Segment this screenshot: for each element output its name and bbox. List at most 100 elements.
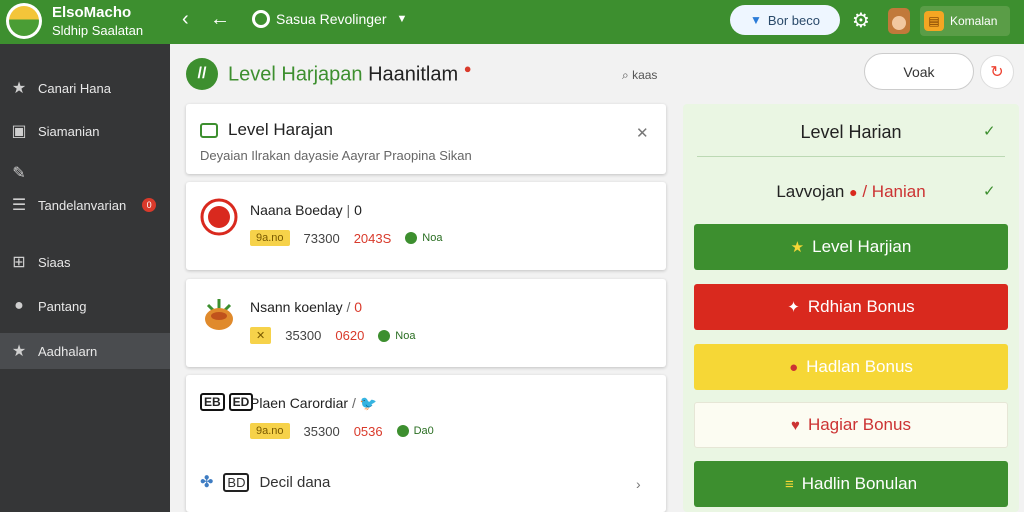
chevron-down-icon: ▼ [750, 13, 762, 27]
gear-icon[interactable]: ⚙ [852, 8, 870, 33]
divider [697, 156, 1005, 157]
sidebar-item-label: Siaas [38, 254, 71, 270]
back-chevron-icon[interactable]: ‹ [182, 8, 189, 31]
close-icon[interactable]: ✕ [636, 124, 649, 142]
sidebar-item-pantang[interactable]: ● Pantang [0, 288, 170, 324]
search-link[interactable]: ⌕ kaas [622, 68, 657, 83]
location-icon: ● [14, 297, 24, 314]
fruit-icon [205, 299, 233, 330]
page-title: Level Harjapan Haanitlam ● [228, 61, 472, 87]
level-harjian-button[interactable]: ★ Level Harjian [694, 224, 1008, 270]
voak-button[interactable]: Voak [864, 53, 974, 90]
document-icon: ▣ [11, 123, 27, 140]
item-status: Noa [378, 329, 415, 342]
search-icon: ⌕ [622, 68, 629, 82]
panel-title: Level Harian [800, 122, 902, 142]
list-item[interactable]: Nsann koenlay / 0 ✕ 35300 0620 Noa [186, 279, 666, 367]
list-icon: ☰ [11, 197, 27, 214]
item-value: 0536 [353, 423, 383, 439]
item-code-icons: EB ED [200, 393, 254, 411]
app-logo[interactable] [6, 3, 42, 39]
item-name: Plaen Carordiar / 🐦 [250, 395, 378, 411]
sidebar-item-siaas[interactable]: ⊞ Siaas [0, 244, 170, 280]
circle-icon: ● [789, 358, 799, 376]
alert-dot-icon: ● [463, 61, 472, 77]
item-value: 0620 [335, 328, 365, 343]
rdhian-bonus-button[interactable]: ✦ Rdhian Bonus [694, 284, 1008, 330]
level-card-title: Level Harajan [200, 120, 333, 140]
list-item[interactable]: Naana Boeday | 0 9a.no 73300 2043S Noa [186, 182, 666, 270]
card-title: Level Harajan [228, 120, 333, 139]
search-label: kaas [632, 68, 658, 82]
coins-icon: ≡ [784, 475, 794, 493]
sidebar-item-tools[interactable]: ✎ [0, 155, 170, 191]
calendar-icon [200, 122, 218, 138]
bird-icon: 🐦 [359, 395, 378, 411]
tools-icon: ✎ [12, 165, 26, 182]
status-label: Sasua Revolinger [276, 11, 387, 27]
sidebar-item-label: Tandelanvarian [38, 197, 127, 213]
item-tag: 9a.no [250, 230, 290, 246]
panel-subtitle: Lavvojan ● / Hanian [776, 182, 926, 201]
button-label: Hadlan Bonus [806, 357, 913, 376]
sidebar-item-label: Siamanian [38, 123, 100, 139]
item-value: 2043S [353, 230, 392, 246]
item-name: Nsann koenlay / 0 [250, 299, 363, 315]
sidebar-item-label: Pantang [38, 298, 87, 314]
code-icon: EB [200, 393, 225, 411]
item-stats: 9a.no 73300 2043S Noa [250, 230, 442, 246]
refresh-icon[interactable]: ↻ [980, 55, 1014, 89]
hadlan-bonus-button[interactable]: ● Hadlan Bonus [694, 344, 1008, 390]
status-indicator-icon [252, 10, 270, 28]
item-stats: 9a.no 35300 0536 Da0 [250, 423, 434, 439]
hagiar-bonus-button[interactable]: ♥ Hagiar Bonus [694, 402, 1008, 448]
puzzle-icon: ✤ [200, 474, 214, 491]
check-icon[interactable]: ✓ [983, 182, 996, 200]
grid-icon: ⊞ [12, 254, 26, 271]
status-button[interactable]: ▼ Bor beco [730, 5, 840, 35]
star-icon: ★ [790, 239, 805, 256]
user-icon: ▤ [924, 11, 944, 31]
heart-icon: ♥ [791, 416, 800, 434]
item-tag: 9a.no [250, 423, 290, 439]
page-title-dark: Haanitlam [368, 63, 459, 86]
button-label: Rdhian Bonus [807, 297, 915, 316]
item-status: Da0 [396, 425, 434, 437]
sidebar-item-label: Canari Hana [38, 80, 111, 96]
brand-subtitle: Sldhip Saalatan [52, 23, 144, 38]
badge-icon [200, 198, 238, 236]
sparkle-icon: ✦ [787, 299, 800, 316]
star-icon: ★ [11, 80, 27, 97]
level-card: Level Harajan Deyaian Ilrakan dayasie Aa… [186, 104, 666, 174]
card-description: Deyaian Ilrakan dayasie Aayrar Praopina … [200, 148, 472, 163]
hadlin-bonulan-button[interactable]: ≡ Hadlin Bonulan [694, 461, 1008, 507]
page-header: // Level Harjapan Haanitlam ● [186, 58, 472, 90]
detail-label: Decil dana [259, 473, 331, 491]
detail-row[interactable]: ✤ BD Decil dana [200, 472, 330, 492]
status-dropdown[interactable]: Sasua Revolinger ▼ [252, 10, 407, 28]
level-panel: Level Harian ✓ Lavvojan ● / Hanian ✓ ★ L… [683, 104, 1019, 512]
sidebar-item-canari[interactable]: ★ Canari Hana [0, 70, 170, 106]
top-bar: ElsoMacho Sldhip Saalatan ‹ ← Sasua Revo… [0, 0, 1024, 44]
chevron-down-icon: ▼ [396, 13, 408, 25]
button-label: Hagiar Bonus [807, 415, 911, 434]
item-points: 73300 [303, 230, 340, 246]
sidebar: ★ Canari Hana ▣ Siamanian ✎ ☰ Tandelanva… [0, 44, 170, 512]
button-label: Level Harjian [812, 237, 912, 256]
item-points: 35300 [285, 328, 322, 343]
button-label: Hadlin Bonulan [801, 474, 918, 493]
sidebar-item-tandelanvarian[interactable]: ☰ Tandelanvarian 0 [0, 187, 170, 223]
code-label: BD [223, 472, 250, 492]
chevron-right-icon[interactable]: › [636, 476, 641, 492]
sidebar-item-aadhalarn[interactable]: ★ Aadhalarn [0, 333, 170, 369]
item-points: 35300 [303, 423, 340, 439]
level-icon: // [186, 58, 218, 90]
back-arrow-icon[interactable]: ← [210, 8, 230, 31]
check-icon[interactable]: ✓ [983, 122, 996, 140]
sidebar-item-siamanian[interactable]: ▣ Siamanian [0, 113, 170, 149]
item-tag-icon: ✕ [250, 327, 272, 344]
sidebar-item-label: Aadhalarn [38, 343, 98, 359]
user-menu[interactable]: ▤ Komalan [920, 6, 1010, 36]
status-button-label: Bor beco [767, 12, 820, 28]
avatar[interactable] [888, 8, 910, 34]
